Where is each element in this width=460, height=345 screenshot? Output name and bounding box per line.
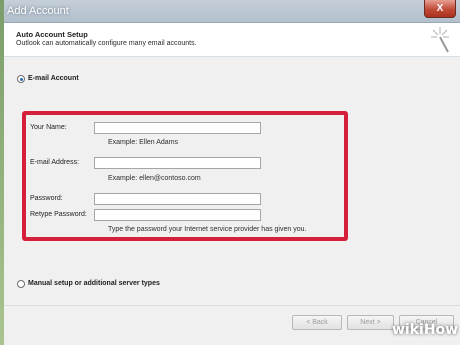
- close-button[interactable]: X: [424, 0, 456, 18]
- close-icon: X: [436, 3, 444, 14]
- manual-setup-label[interactable]: Manual setup or additional server types: [28, 280, 160, 287]
- retype-password-input[interactable]: [94, 209, 261, 221]
- password-hint: Type the password your Internet service …: [108, 226, 307, 233]
- password-label: Password:: [30, 195, 63, 202]
- dialog-header: Auto Account Setup Outlook can automatic…: [4, 23, 460, 57]
- your-name-label: Your Name:: [30, 124, 67, 131]
- password-input[interactable]: [94, 193, 261, 205]
- email-account-label[interactable]: E-mail Account: [28, 75, 79, 82]
- header-title: Auto Account Setup: [16, 30, 88, 39]
- email-address-input[interactable]: [94, 157, 261, 169]
- email-address-hint: Example: ellen@contoso.com: [108, 175, 201, 182]
- wikihow-watermark: wikiHow: [392, 322, 458, 338]
- title-bar[interactable]: Add Account X: [4, 0, 460, 23]
- magic-wand-icon: [431, 27, 449, 53]
- add-account-dialog: Add Account X Auto Account Setup Outlook…: [4, 0, 460, 345]
- manual-setup-radio[interactable]: [17, 280, 25, 288]
- watermark-wiki: wiki: [392, 322, 424, 338]
- next-button[interactable]: Next >: [347, 315, 394, 330]
- window-title: Add Account: [7, 5, 69, 17]
- retype-password-label: Retype Password:: [30, 211, 87, 218]
- your-name-hint: Example: Ellen Adams: [108, 139, 179, 146]
- email-account-radio[interactable]: [17, 75, 25, 83]
- watermark-how: How: [423, 322, 459, 338]
- your-name-input[interactable]: [94, 122, 261, 134]
- back-button[interactable]: < Back: [292, 315, 342, 330]
- header-subtitle: Outlook can automatically configure many…: [16, 40, 197, 47]
- email-address-label: E-mail Address:: [30, 159, 80, 166]
